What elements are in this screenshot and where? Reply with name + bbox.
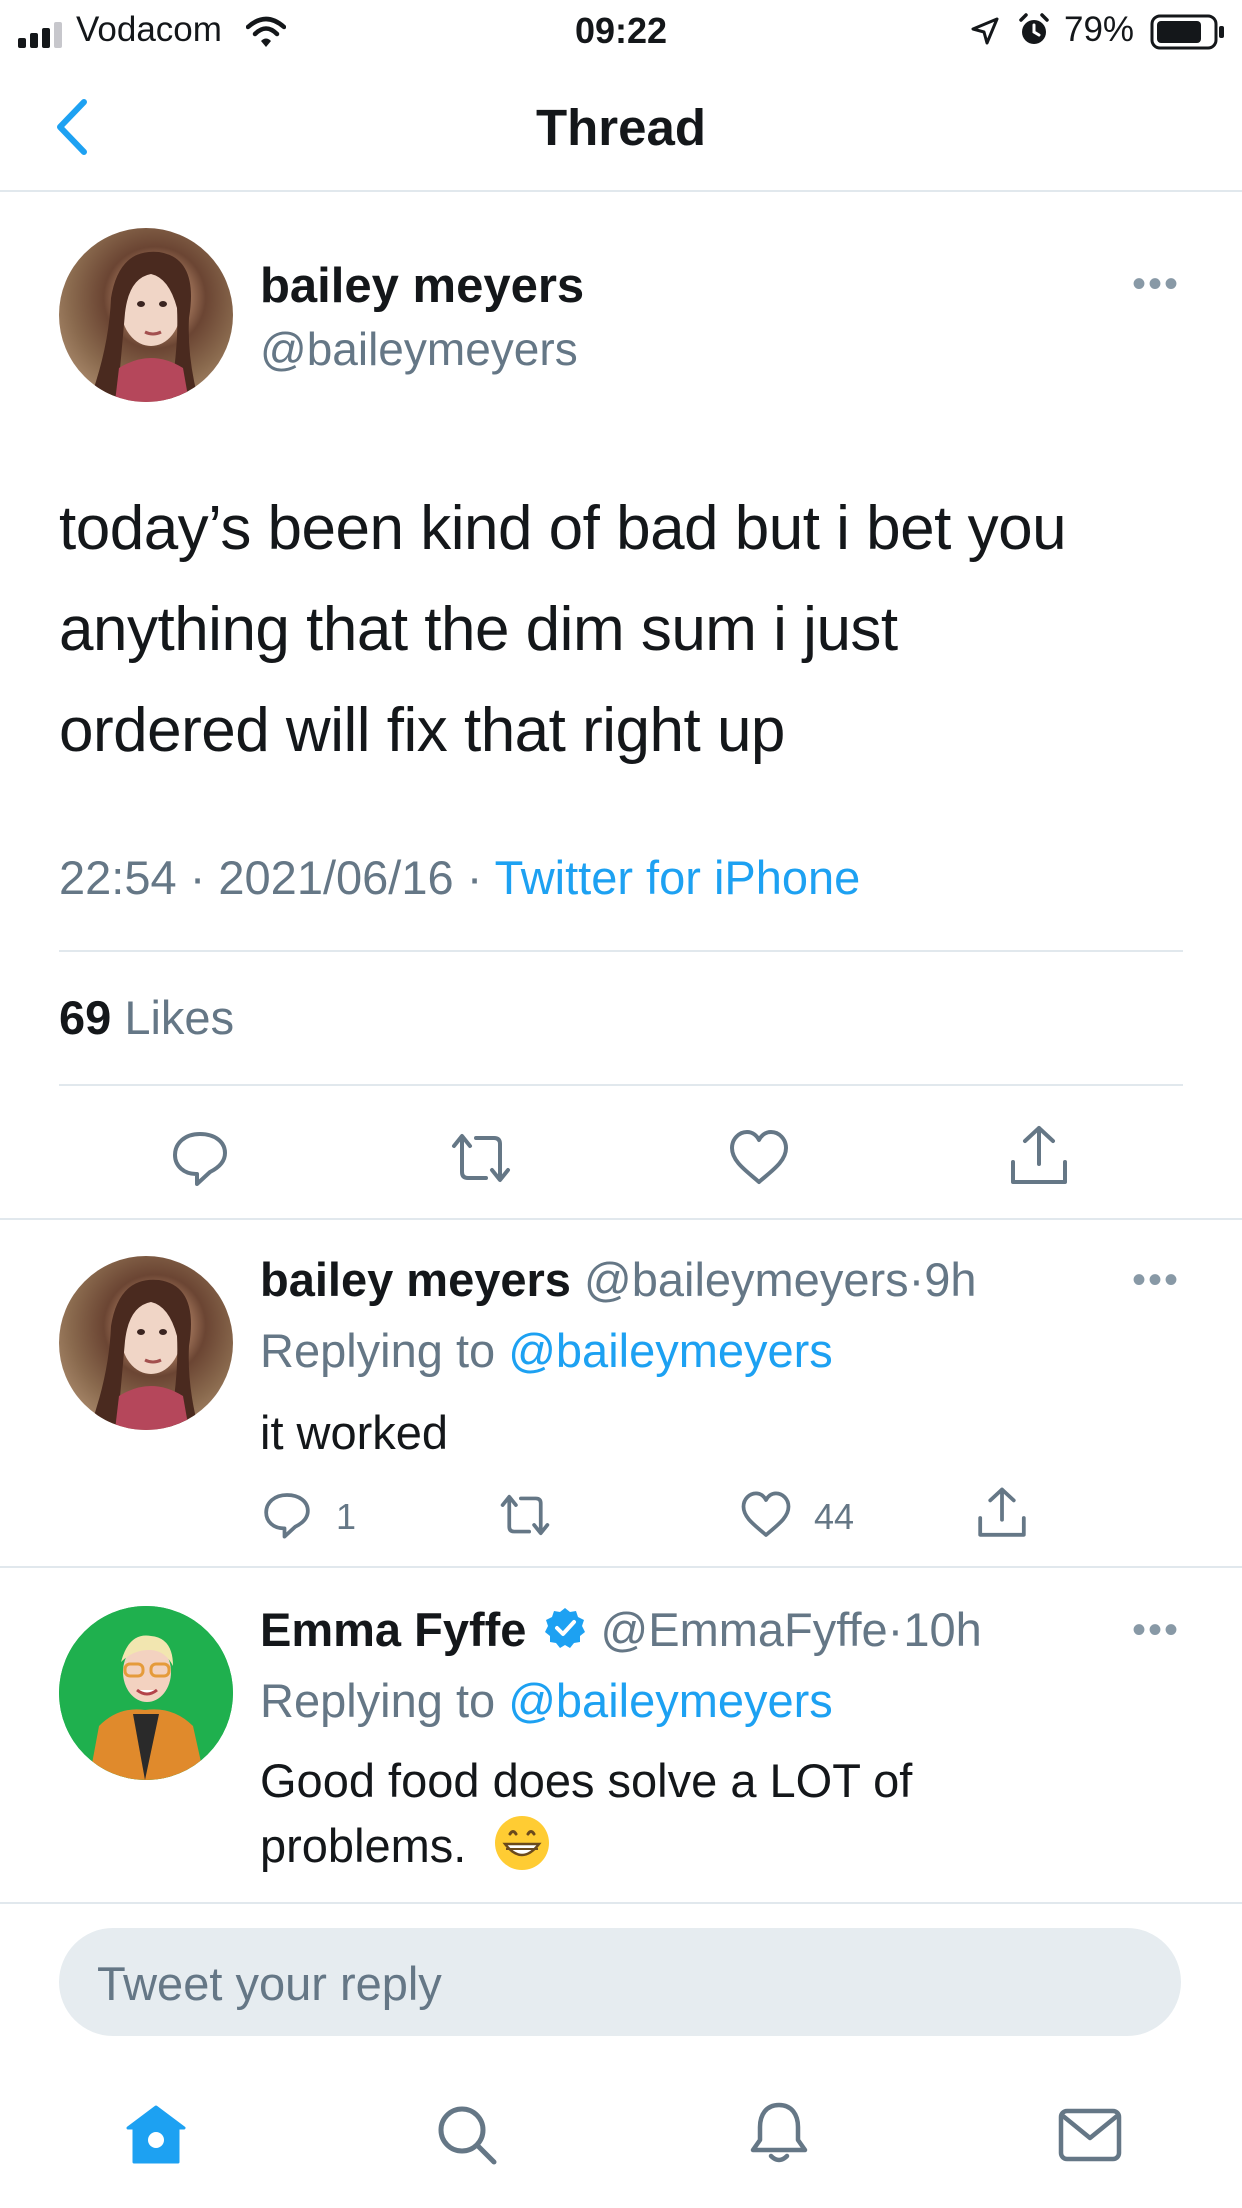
location-icon xyxy=(971,17,999,45)
retweet-icon[interactable] xyxy=(446,1128,516,1188)
reply-input-placeholder[interactable]: Tweet your reply xyxy=(97,1956,442,2011)
search-icon[interactable] xyxy=(436,2104,498,2166)
retweet-icon[interactable] xyxy=(496,1490,554,1540)
reply-icon[interactable] xyxy=(262,1490,312,1540)
like-count: 44 xyxy=(814,1496,855,1537)
more-dots-icon[interactable]: ••• xyxy=(1132,1608,1180,1653)
reply-text-fragment: problems. xyxy=(260,1819,467,1872)
likes-count[interactable]: 69 Likes xyxy=(59,990,234,1045)
avatar[interactable] xyxy=(59,1606,233,1780)
replying-to-link[interactable]: @baileymeyers xyxy=(508,1674,833,1727)
reply-composer[interactable]: Tweet your reply xyxy=(59,1928,1181,2036)
reply-icon[interactable] xyxy=(170,1128,230,1188)
more-dots-icon[interactable]: ••• xyxy=(1132,1258,1180,1303)
replying-to-link[interactable]: @baileymeyers xyxy=(508,1324,833,1377)
tweet-text-line: ordered will fix that right up xyxy=(59,696,785,765)
reply-header: bailey meyers @baileymeyers·9h xyxy=(260,1253,977,1306)
reply-count: 1 xyxy=(336,1496,357,1537)
reply-header: Emma Fyffe @EmmaFyffe·10h xyxy=(260,1603,982,1656)
home-icon[interactable] xyxy=(124,2104,188,2166)
like-heart-icon[interactable] xyxy=(728,1128,790,1188)
user-handle[interactable]: @baileymeyers xyxy=(260,322,578,376)
header-divider xyxy=(0,190,1242,192)
share-icon[interactable] xyxy=(976,1486,1028,1540)
share-icon[interactable] xyxy=(1008,1124,1070,1188)
more-dots-icon[interactable]: ••• xyxy=(1132,262,1180,307)
grinning-emoji-icon xyxy=(493,1814,551,1888)
tweet-text: today’s been kind of bad but i bet you a… xyxy=(59,478,1189,781)
divider xyxy=(59,950,1183,952)
tweet-age: 9h xyxy=(924,1253,977,1306)
avatar[interactable] xyxy=(59,1256,233,1430)
reply-text-line: Good food does solve a LOT of xyxy=(260,1754,913,1807)
avatar[interactable] xyxy=(59,228,233,402)
divider xyxy=(0,1218,1242,1220)
verified-badge-icon xyxy=(545,1608,586,1648)
reply-text: Good food does solve a LOT of problems. … xyxy=(260,1748,1160,1888)
tweet-text-line: anything that the dim sum i just xyxy=(59,595,898,664)
like-heart-icon[interactable] xyxy=(740,1490,792,1540)
likes-number: 69 xyxy=(59,991,112,1044)
replying-to-line: Replying to @baileymeyers xyxy=(260,1318,833,1383)
replying-label: Replying to xyxy=(260,1674,496,1727)
status-time: 09:22 xyxy=(574,10,668,51)
user-handle[interactable]: @EmmaFyffe xyxy=(601,1603,888,1656)
replying-to-line: Replying to @baileymeyers xyxy=(260,1668,833,1733)
avatar-portrait-image xyxy=(89,1279,199,1430)
alarm-icon xyxy=(1019,13,1049,44)
page-title: Thread xyxy=(535,99,707,156)
reply-text-line: problems. 😁 xyxy=(260,1813,1160,1888)
notifications-bell-icon[interactable] xyxy=(748,2100,810,2166)
tweet-time: 22:54 xyxy=(59,851,177,904)
divider xyxy=(0,1566,1242,1568)
tweet-meta: 22:54 · 2021/06/16 · Twitter for iPhone xyxy=(59,851,861,904)
replying-label: Replying to xyxy=(260,1324,496,1377)
divider xyxy=(59,1084,1183,1086)
battery-icon xyxy=(1150,14,1224,50)
status-bar: Vodacom 09:22 79% xyxy=(0,0,1242,62)
user-handle[interactable]: @baileymeyers xyxy=(584,1253,909,1306)
tweet-text-line: today’s been kind of bad but i bet you xyxy=(59,494,1067,563)
avatar-portrait-image xyxy=(59,1606,233,1780)
display-name[interactable]: bailey meyers xyxy=(260,1253,571,1306)
display-name[interactable]: Emma Fyffe xyxy=(260,1603,526,1656)
divider xyxy=(0,1902,1242,1904)
avatar-portrait-image xyxy=(89,251,199,402)
reply-text: it worked xyxy=(260,1406,449,1459)
tweet-age: 10h xyxy=(903,1603,982,1656)
battery-percentage: 79% xyxy=(1064,10,1135,49)
display-name[interactable]: bailey meyers xyxy=(260,258,584,314)
tweet-source-link[interactable]: Twitter for iPhone xyxy=(495,851,861,904)
likes-label: Likes xyxy=(124,991,235,1044)
tweet-date: 2021/06/16 xyxy=(218,851,454,904)
messages-mail-icon[interactable] xyxy=(1058,2108,1122,2162)
